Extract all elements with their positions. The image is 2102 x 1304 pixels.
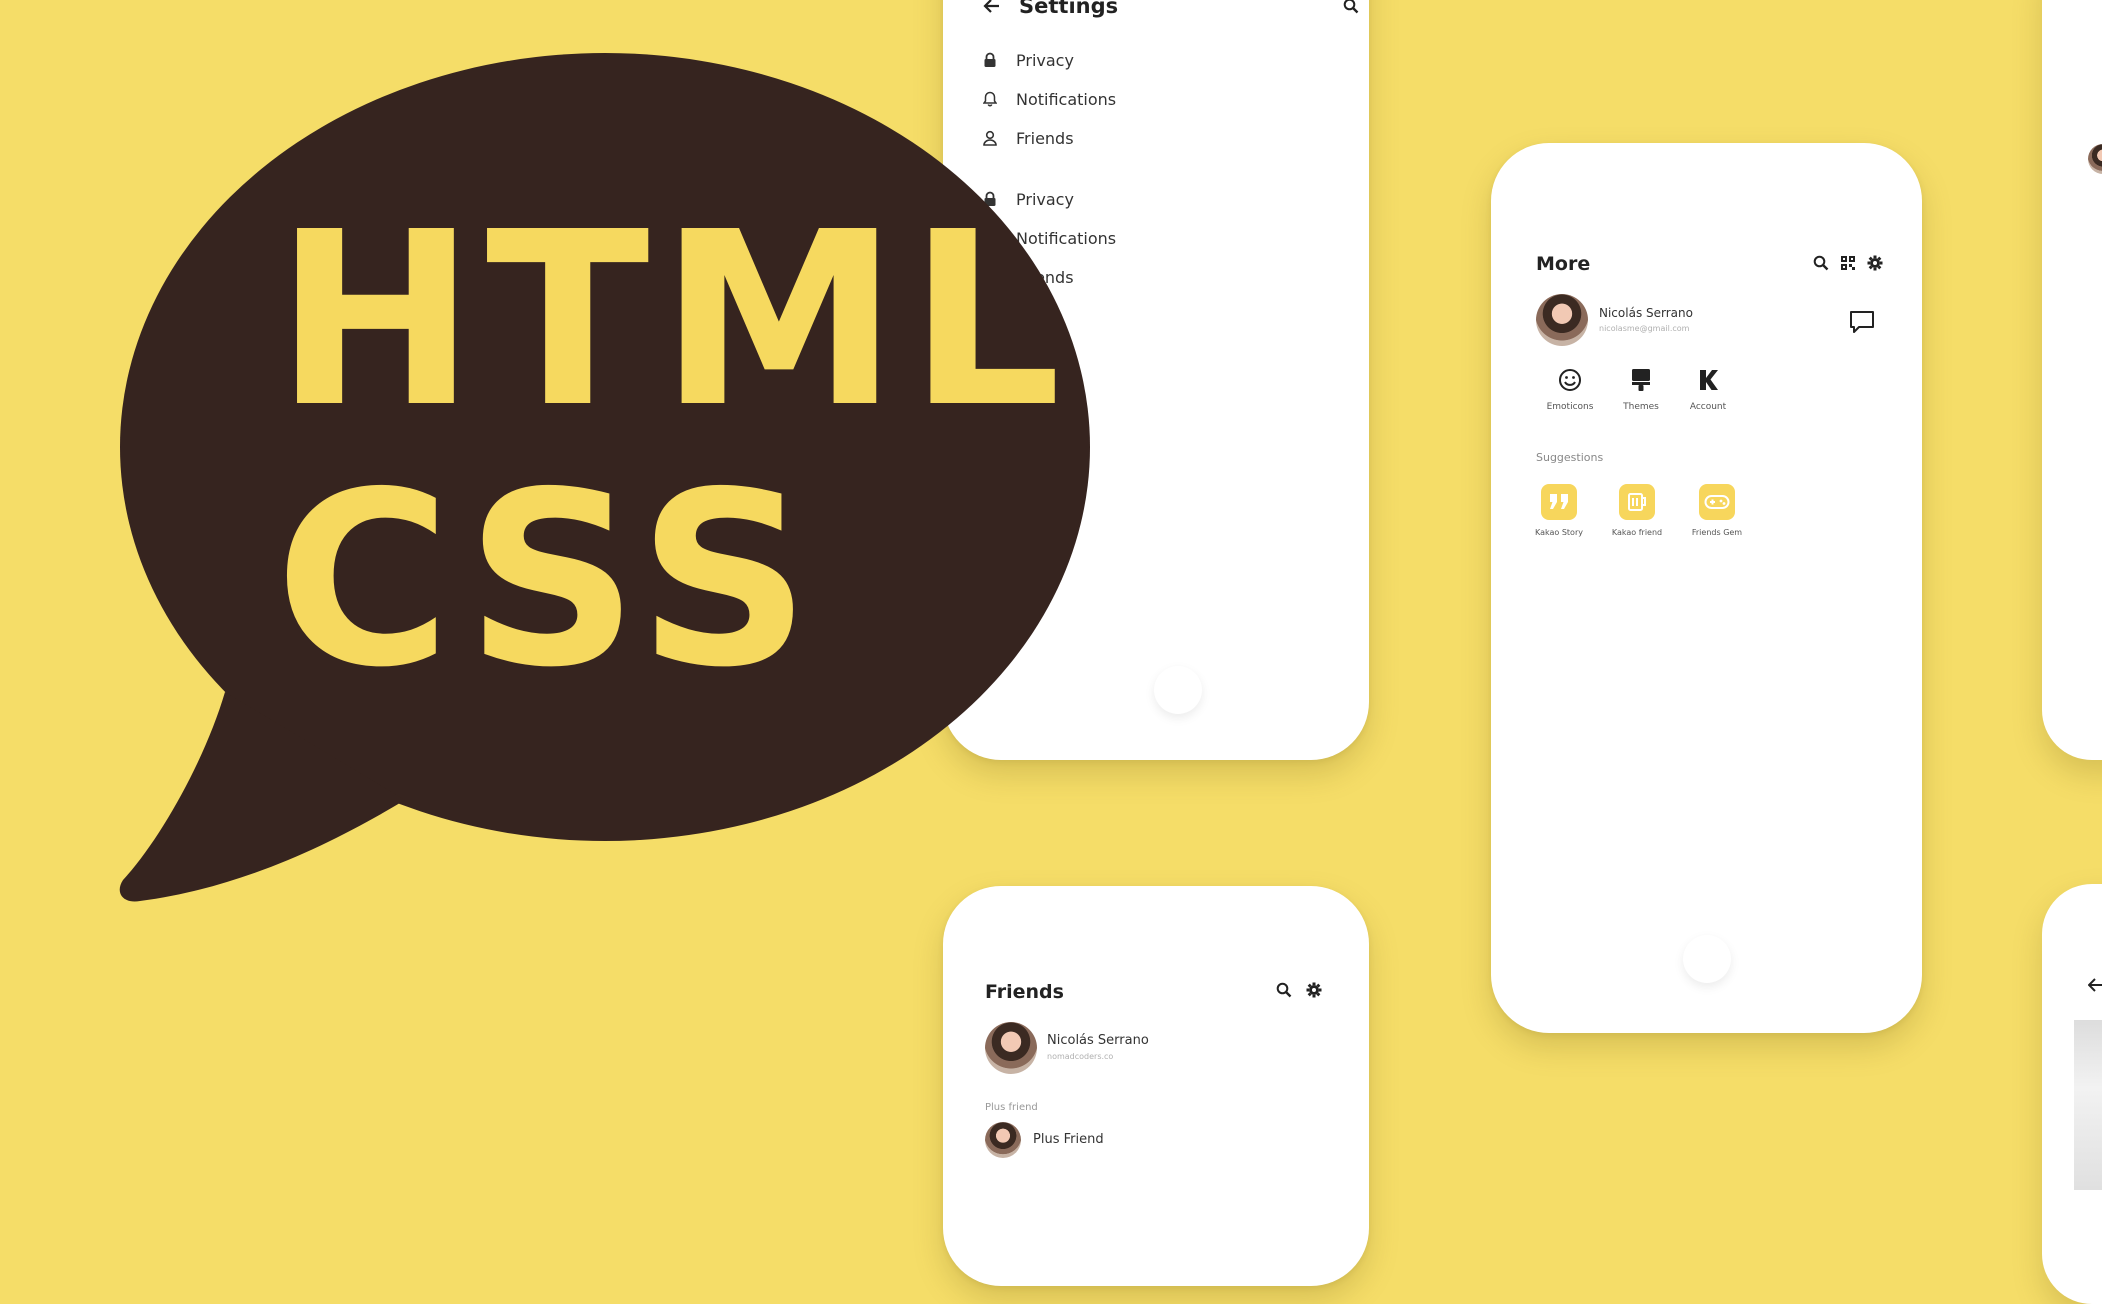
- logo-html-text: HTML: [275, 180, 1072, 460]
- logo-css-text: CSS: [275, 440, 821, 720]
